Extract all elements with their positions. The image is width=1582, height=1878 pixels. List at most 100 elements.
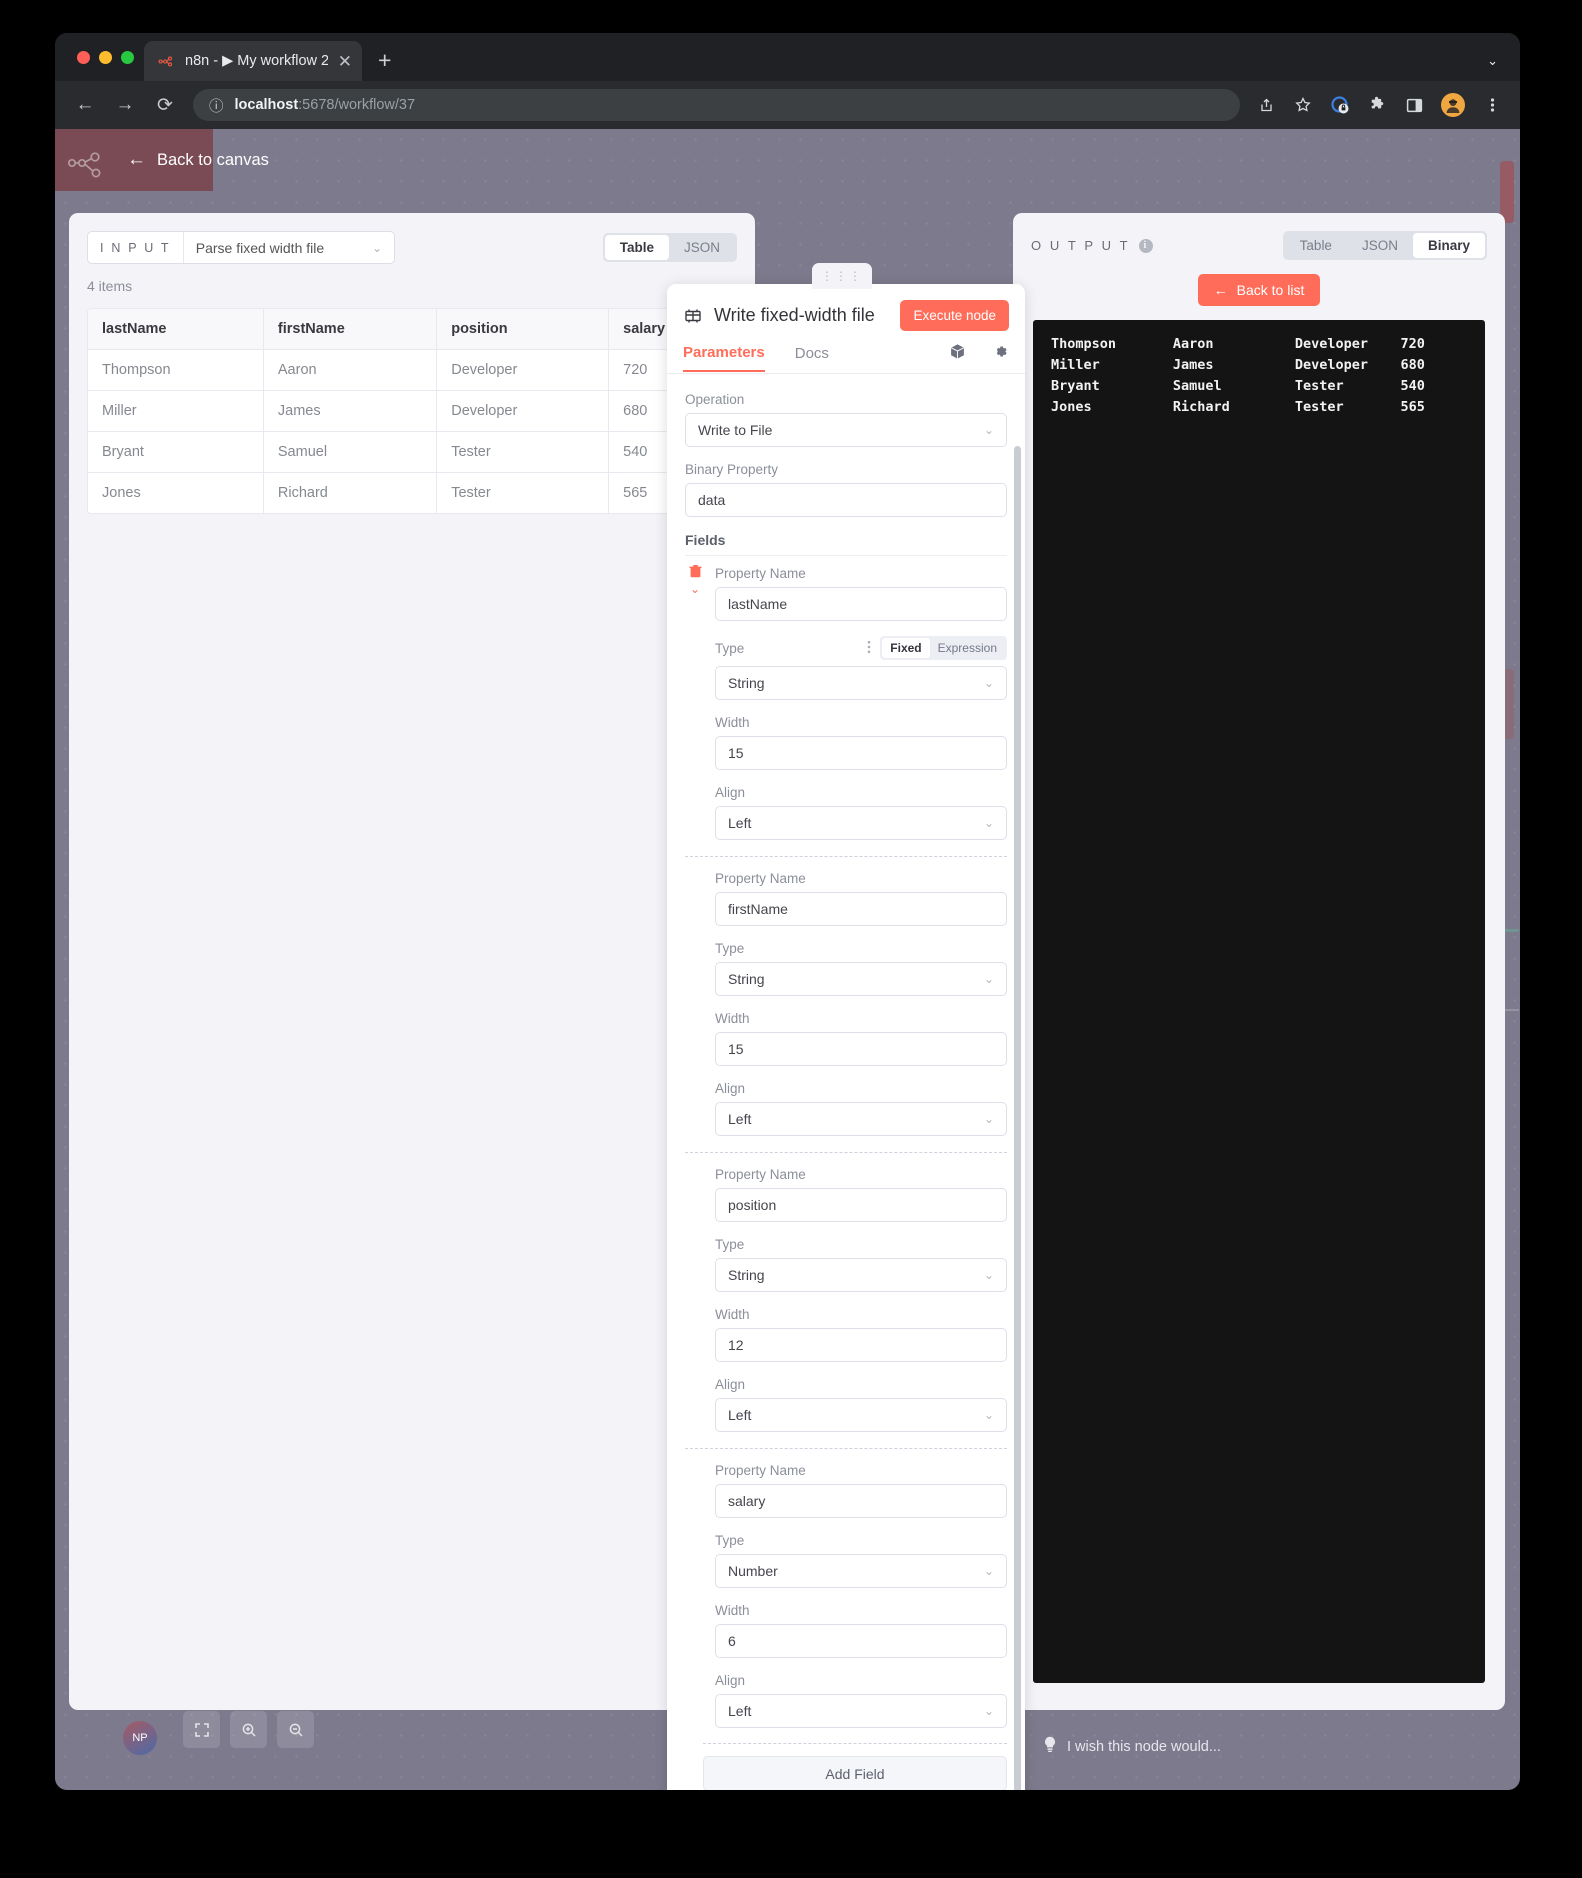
table-cell: Richard xyxy=(263,472,438,513)
align-group: Align Left ⌄ xyxy=(715,1673,1007,1728)
forward-button[interactable]: → xyxy=(113,94,137,116)
width-group: Width 15 xyxy=(715,1011,1007,1066)
close-icon[interactable]: ✕ xyxy=(338,53,352,70)
chrome-menu-icon[interactable] xyxy=(1482,95,1502,115)
table-cell: Miller xyxy=(88,390,264,432)
spreadsheet-icon xyxy=(683,306,703,326)
field-block: Property Name position Type String ⌄ Wid… xyxy=(685,1167,1007,1432)
chevron-down-icon[interactable]: ⌄ xyxy=(1487,53,1498,69)
back-button[interactable]: ← xyxy=(73,94,97,116)
field-block: Property Name salary Type Number ⌄ Width xyxy=(685,1463,1007,1728)
output-view-json[interactable]: JSON xyxy=(1347,233,1413,258)
reload-button[interactable]: ⟳ xyxy=(153,94,177,117)
align-select[interactable]: Left ⌄ xyxy=(715,1694,1007,1728)
tab-docs[interactable]: Docs xyxy=(795,345,829,371)
property-name-input[interactable]: firstName xyxy=(715,892,1007,926)
align-group: Align Left ⌄ xyxy=(715,1081,1007,1136)
extensions-puzzle-icon[interactable] xyxy=(1367,95,1387,115)
delete-field-icon[interactable] xyxy=(689,564,702,581)
ndv-scrollbar[interactable] xyxy=(1014,446,1021,1790)
zoom-in-icon[interactable] xyxy=(230,1711,267,1748)
operation-select[interactable]: Write to File ⌄ xyxy=(685,413,1007,447)
profile-sync-icon[interactable] xyxy=(1330,95,1350,115)
site-info-icon[interactable]: ⓘ xyxy=(209,95,224,116)
collapse-field-icon[interactable]: ⌄ xyxy=(690,582,700,596)
operation-label: Operation xyxy=(685,392,745,407)
node-feedback-label: I wish this node would... xyxy=(1067,1738,1221,1755)
add-field-button[interactable]: Add Field xyxy=(703,1756,1007,1790)
gear-icon[interactable] xyxy=(992,343,1009,365)
width-input[interactable]: 12 xyxy=(715,1328,1007,1362)
chevron-down-icon: ⌄ xyxy=(983,1704,994,1718)
arrow-left-icon: ← xyxy=(127,149,146,170)
type-label: Type xyxy=(715,640,745,656)
input-panel-header: I N P U T Parse fixed width file ⌄ Table… xyxy=(69,213,755,264)
type-select[interactable]: String ⌄ xyxy=(715,1258,1007,1292)
package-cube-icon[interactable] xyxy=(949,343,966,365)
browser-tab[interactable]: n8n - ▶ My workflow 25 ✕ xyxy=(144,41,362,81)
type-label-row: Type Fixed Expression xyxy=(715,636,1007,660)
tab-parameters[interactable]: Parameters xyxy=(683,344,765,372)
fields-section-title: Fields xyxy=(685,532,1007,556)
output-view-binary[interactable]: Binary xyxy=(1412,233,1485,258)
back-to-canvas-button[interactable]: ← Back to canvas xyxy=(127,149,269,171)
type-select[interactable]: Number ⌄ xyxy=(715,1554,1007,1588)
execute-node-button[interactable]: Execute node xyxy=(900,300,1009,331)
table-cell: Samuel xyxy=(263,431,438,473)
user-avatar[interactable]: NP xyxy=(123,1721,157,1755)
input-source-selector[interactable]: I N P U T Parse fixed width file ⌄ xyxy=(87,231,396,264)
n8n-icon xyxy=(158,53,175,70)
node-details-view: Write fixed-width file Execute node Para… xyxy=(667,284,1025,1790)
width-input[interactable]: 15 xyxy=(715,736,1007,770)
column-header[interactable]: lastName xyxy=(88,309,264,350)
width-input[interactable]: 15 xyxy=(715,1032,1007,1066)
property-name-input[interactable]: salary xyxy=(715,1484,1007,1518)
toggle-fixed[interactable]: Fixed xyxy=(882,638,930,658)
parameter-options-icon[interactable] xyxy=(867,640,871,656)
output-view-table[interactable]: Table xyxy=(1285,233,1347,258)
table-cell: Tester xyxy=(436,472,610,513)
back-to-list-button[interactable]: ← Back to list xyxy=(1197,274,1321,306)
toggle-expression[interactable]: Expression xyxy=(930,638,1005,658)
type-select[interactable]: String ⌄ xyxy=(715,666,1007,700)
share-icon[interactable] xyxy=(1256,95,1276,115)
close-window-button[interactable] xyxy=(77,50,90,64)
align-select[interactable]: Left ⌄ xyxy=(715,1398,1007,1432)
address-bar[interactable]: ⓘ localhost:5678/workflow/37 xyxy=(193,89,1240,121)
url-host: localhost xyxy=(234,97,299,113)
canvas-zoom-controls xyxy=(183,1711,314,1748)
info-icon[interactable]: i xyxy=(1139,238,1154,253)
column-header[interactable]: position xyxy=(436,309,610,350)
input-source-value[interactable]: Parse fixed width file ⌄ xyxy=(184,232,394,263)
chevron-down-icon: ⌄ xyxy=(983,1268,994,1282)
align-label: Align xyxy=(715,1081,746,1096)
binary-property-input[interactable]: data xyxy=(685,483,1007,517)
maximize-window-button[interactable] xyxy=(121,50,134,64)
align-select[interactable]: Left ⌄ xyxy=(715,806,1007,840)
input-panel: I N P U T Parse fixed width file ⌄ Table… xyxy=(69,213,755,1710)
column-header[interactable]: firstName xyxy=(263,309,438,350)
account-avatar-icon[interactable] xyxy=(1441,93,1465,117)
zoom-out-icon[interactable] xyxy=(277,1711,314,1748)
new-tab-button[interactable]: + xyxy=(378,47,391,74)
property-name-input[interactable]: position xyxy=(715,1188,1007,1222)
input-view-table[interactable]: Table xyxy=(604,235,669,260)
align-label: Align xyxy=(715,1673,746,1688)
back-to-list-wrap: ← Back to list xyxy=(1013,260,1505,306)
property-name-input[interactable]: lastName xyxy=(715,587,1007,621)
field-divider xyxy=(685,1152,1007,1153)
bookmark-star-icon[interactable] xyxy=(1293,95,1313,115)
ndv-node-title: Write fixed-width file xyxy=(714,305,875,325)
operation-value: Write to File xyxy=(698,422,773,438)
ndv-drag-handle[interactable]: ⋮⋮⋮ xyxy=(812,263,872,289)
type-select[interactable]: String ⌄ xyxy=(715,962,1007,996)
node-feedback-link[interactable]: I wish this node would... xyxy=(1043,1736,1221,1757)
type-label: Type xyxy=(715,1237,745,1252)
minimize-window-button[interactable] xyxy=(99,50,112,64)
chevron-down-icon: ⌄ xyxy=(983,676,994,690)
fit-view-icon[interactable] xyxy=(183,1711,220,1748)
input-view-json[interactable]: JSON xyxy=(669,235,735,260)
align-select[interactable]: Left ⌄ xyxy=(715,1102,1007,1136)
width-input[interactable]: 6 xyxy=(715,1624,1007,1658)
side-panel-icon[interactable] xyxy=(1404,95,1424,115)
